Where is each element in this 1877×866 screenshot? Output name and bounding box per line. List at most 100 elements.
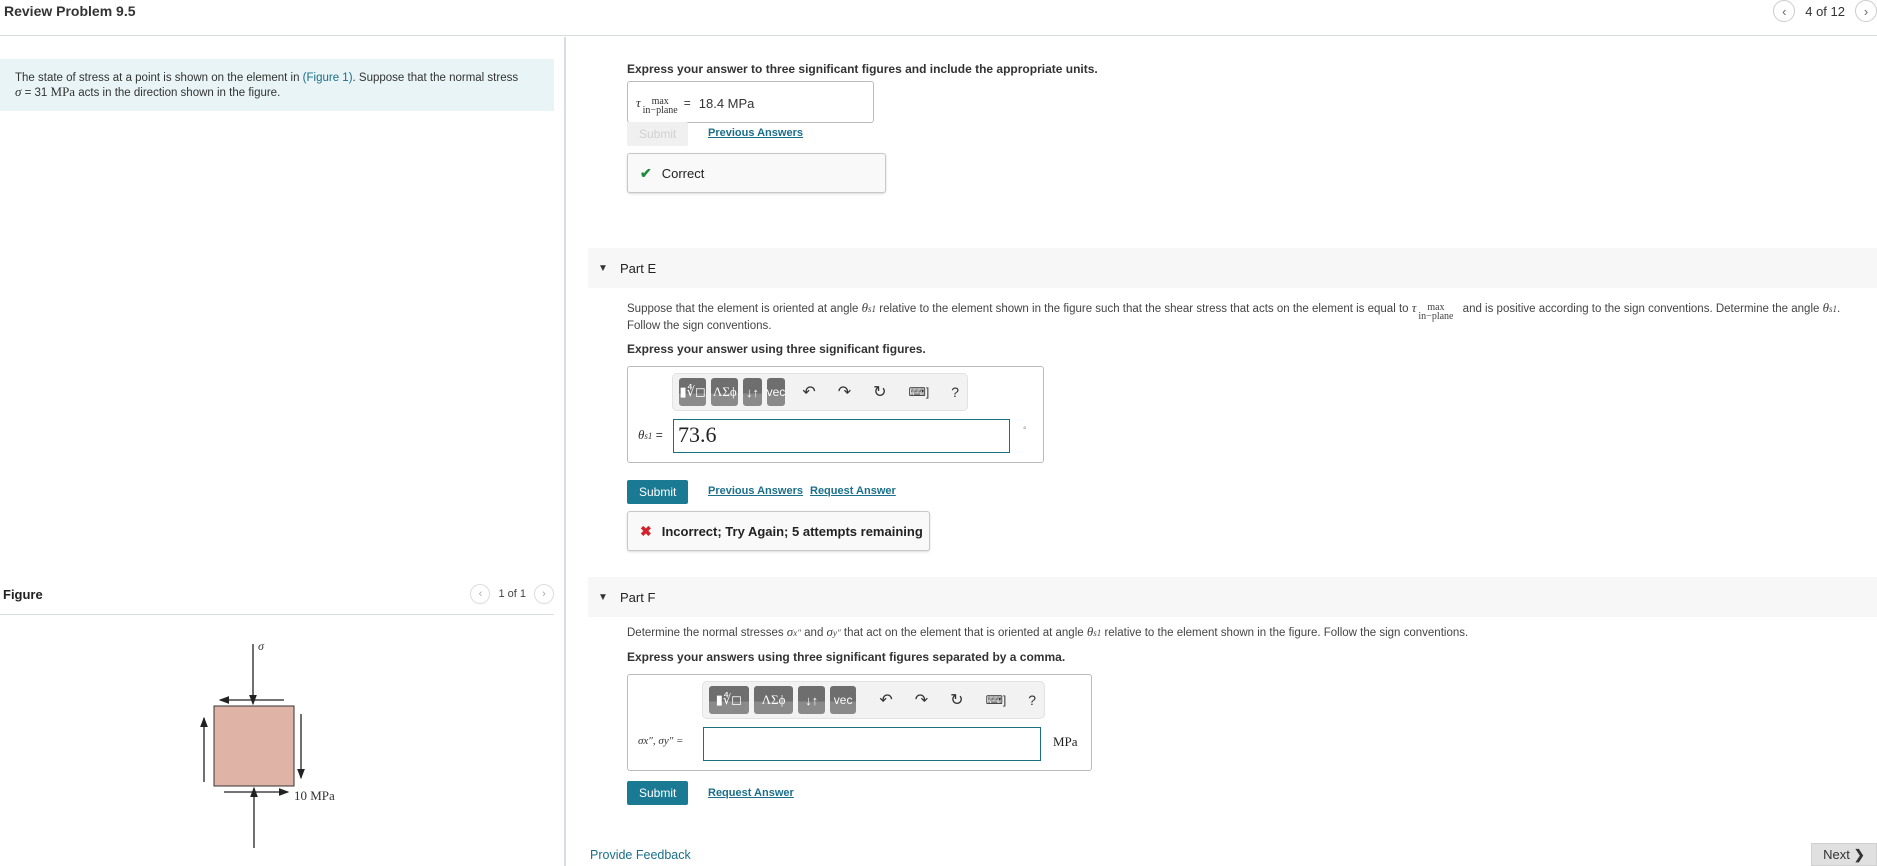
x-icon: ✖: [640, 522, 652, 539]
keyboard-icon[interactable]: ⌨]: [909, 385, 930, 399]
text: Determine the normal stresses: [627, 627, 787, 639]
chevron-right-icon: ›: [542, 588, 546, 600]
part-e-previous-answers-link[interactable]: Previous Answers: [708, 485, 803, 497]
greek-button[interactable]: ΛΣϕ: [711, 378, 739, 406]
sub-bottom: in−plane: [642, 105, 678, 116]
shear-value-label: 10 MPa: [294, 788, 335, 803]
part-e-title: Part E: [620, 260, 657, 276]
page-title: Review Problem 9.5: [4, 3, 136, 19]
text: that act on the element that is oriented…: [840, 627, 1087, 639]
next-button[interactable]: Next ❯: [1811, 843, 1877, 866]
part-e-input-label: θs1 =: [638, 427, 663, 443]
greek-button[interactable]: ΛΣϕ: [753, 686, 794, 714]
arrows-button[interactable]: ↓↑: [743, 378, 762, 406]
figure-pager: ‹ 1 of 1 ›: [470, 584, 554, 604]
problem-pane: The state of stress at a point is shown …: [0, 37, 566, 866]
reset-icon[interactable]: ↻: [873, 382, 886, 402]
part-d-feedback: ✔ Correct: [627, 153, 886, 193]
figure-header: Figure ‹ 1 of 1 ›: [0, 577, 554, 615]
chevron-right-icon: ❯: [1853, 846, 1865, 862]
part-e-request-answer-link[interactable]: Request Answer: [810, 485, 896, 497]
help-button[interactable]: ?: [1028, 692, 1036, 708]
prev-problem-button[interactable]: ‹: [1773, 0, 1796, 22]
part-f-question: Determine the normal stresses σx″ and σy…: [627, 624, 1468, 640]
text: Suppose that the element is oriented at …: [627, 303, 862, 316]
stress-element: [213, 705, 295, 787]
check-icon: ✔: [640, 164, 652, 181]
caret-down-icon: ▼: [598, 591, 608, 603]
sigma-sub: x″: [793, 628, 801, 638]
chevron-left-icon: ‹: [478, 588, 483, 600]
text: .: [1837, 303, 1841, 316]
figure-label: Figure: [3, 587, 43, 602]
part-d-submit-button[interactable]: Submit: [627, 122, 689, 146]
prev-figure-button[interactable]: ‹: [470, 584, 491, 604]
help-button[interactable]: ?: [951, 384, 959, 400]
part-f-header[interactable]: ▼ Part F: [588, 577, 1877, 617]
templates-button[interactable]: ▮∜◻: [679, 378, 707, 406]
math-toolbar: ▮∜◻ ΛΣϕ ↓↑ vec ↶ ↷ ↻ ⌨] ?: [702, 681, 1045, 719]
sigma-unit: MPa: [50, 84, 76, 99]
next-label: Next: [1823, 847, 1850, 862]
problem-count: 4 of 12: [1805, 3, 1845, 19]
normal-stresses-input[interactable]: [703, 727, 1041, 761]
text: and: [800, 627, 827, 639]
provide-feedback-link[interactable]: Provide Feedback: [590, 848, 691, 862]
degree-unit: °: [1023, 425, 1027, 435]
problem-pager: ‹ 4 of 12 ›: [1773, 0, 1877, 22]
redo-icon[interactable]: ↷: [838, 382, 851, 402]
text: relative to the element shown in the fig…: [1101, 627, 1469, 639]
part-f-submit-button[interactable]: Submit: [627, 781, 689, 805]
caret-down-icon: ▼: [598, 262, 608, 274]
next-problem-button[interactable]: ›: [1855, 0, 1877, 22]
keyboard-icon[interactable]: ⌨]: [986, 693, 1007, 707]
part-f-title: Part F: [620, 589, 656, 605]
reset-icon[interactable]: ↻: [950, 690, 963, 710]
part-d-previous-answers-link[interactable]: Previous Answers: [708, 127, 803, 139]
part-e-submit-button[interactable]: Submit: [627, 480, 689, 504]
vec-button[interactable]: vec: [829, 686, 857, 714]
answer-pane: Express your answer to three significant…: [568, 37, 1877, 866]
text: relative to the element shown in the fig…: [876, 303, 1412, 316]
part-e-question: Suppose that the element is oriented at …: [627, 297, 1840, 321]
math-toolbar: ▮∜◻ ΛΣϕ ↓↑ vec ↶ ↷ ↻ ⌨] ?: [672, 373, 968, 411]
part-e-math-editor: ▮∜◻ ΛΣϕ ↓↑ vec ↶ ↷ ↻ ⌨] ? θs1 = 73.6 °: [627, 366, 1044, 463]
part-d-answer-box: τ max in−plane = 18.4 MPa: [627, 81, 874, 123]
theta-sub: s1: [644, 431, 653, 441]
part-e-instruction: Express your answer using three signific…: [627, 342, 926, 356]
theta-sub: s1: [1828, 304, 1837, 315]
problem-statement: The state of stress at a point is shown …: [0, 59, 554, 111]
part-e-header[interactable]: ▼ Part E: [588, 248, 1877, 288]
next-figure-button[interactable]: ›: [534, 584, 554, 604]
arrows-button[interactable]: ↓↑: [798, 686, 825, 714]
undo-icon[interactable]: ↶: [802, 382, 815, 402]
theta-s1-input[interactable]: 73.6: [673, 419, 1010, 453]
redo-icon[interactable]: ↷: [915, 690, 928, 710]
part-f-instruction: Express your answers using three signifi…: [627, 650, 1066, 664]
sigma-label: σ: [258, 639, 265, 653]
part-d-answer-value: 18.4 MPa: [698, 95, 755, 111]
top-bar: Review Problem 9.5 ‹ 4 of 12 ›: [0, 0, 1877, 36]
figure-link[interactable]: (Figure 1): [303, 72, 353, 84]
part-f-request-answer-link[interactable]: Request Answer: [708, 787, 794, 799]
theta-sub: s1: [868, 304, 877, 315]
sigma-sub: y″: [832, 628, 841, 638]
sigma-value: = 31: [21, 87, 51, 99]
tau-symbol: τ: [636, 95, 641, 110]
feedback-status: Incorrect; Try Again; 5 attempts remaini…: [661, 523, 923, 539]
tau-subscript: max in−plane: [642, 97, 678, 116]
part-e-feedback: ✖ Incorrect; Try Again; 5 attempts remai…: [627, 511, 930, 551]
intro-text-3: acts in the direction shown in the figur…: [75, 87, 281, 99]
sub-bottom: in−plane: [1418, 311, 1454, 322]
intro-text-2: . Suppose that the normal stress: [352, 72, 519, 84]
tau-subscript: max in−plane: [1418, 303, 1454, 322]
chevron-right-icon: ›: [1863, 3, 1869, 19]
part-f-math-editor: ▮∜◻ ΛΣϕ ↓↑ vec ↶ ↷ ↻ ⌨] ? σx″, σy″ = MPa: [627, 674, 1092, 771]
equals-sign: =: [683, 96, 691, 110]
vec-button[interactable]: vec: [766, 378, 786, 406]
intro-text: The state of stress at a point is shown …: [15, 72, 303, 84]
templates-button[interactable]: ▮∜◻: [709, 686, 749, 714]
undo-icon[interactable]: ↶: [879, 690, 892, 710]
chevron-left-icon: ‹: [1782, 3, 1787, 19]
tau-symbol: τ: [1411, 300, 1417, 316]
